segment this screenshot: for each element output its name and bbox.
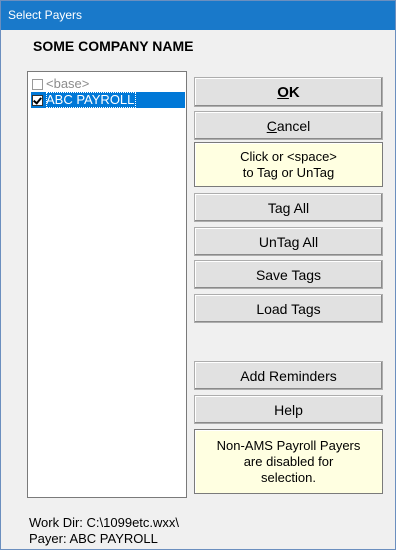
- disabled-payers-note: Non-AMS Payroll Payers are disabled for …: [194, 429, 383, 494]
- ok-label-rest: K: [288, 83, 300, 101]
- tag-tip-note: Click or <space> to Tag or UnTag: [194, 142, 383, 187]
- list-item[interactable]: <base>: [31, 76, 185, 92]
- list-item-label: ABC PAYROLL: [46, 92, 137, 108]
- disabled-note-line: selection.: [261, 469, 316, 485]
- save-tags-button[interactable]: Save Tags: [194, 260, 383, 289]
- cancel-button[interactable]: Cancel: [194, 111, 383, 140]
- company-name: SOME COMPANY NAME: [33, 38, 194, 54]
- load-tags-button[interactable]: Load Tags: [194, 294, 383, 323]
- cancel-label-rest: ancel: [276, 117, 311, 134]
- checkbox-checked-icon[interactable]: [32, 94, 43, 106]
- window-title: Select Payers: [1, 1, 395, 30]
- checkbox-icon[interactable]: [32, 78, 43, 90]
- payers-listbox[interactable]: <base> ABC PAYROLL: [27, 71, 187, 498]
- tag-all-button[interactable]: Tag All: [194, 193, 383, 222]
- add-reminders-button[interactable]: Add Reminders: [194, 361, 383, 390]
- select-payers-dialog: Select Payers SOME COMPANY NAME <base> A…: [0, 0, 396, 550]
- ok-accel-letter: O: [277, 83, 289, 101]
- disabled-note-line: Non-AMS Payroll Payers: [216, 437, 361, 453]
- payer-label: Payer: ABC PAYROLL: [29, 531, 158, 546]
- ok-button[interactable]: OK: [194, 77, 383, 107]
- disabled-note-line: are disabled for: [243, 453, 334, 469]
- tag-tip-line: Click or <space>: [240, 148, 337, 164]
- list-item-label: <base>: [46, 76, 90, 91]
- list-item[interactable]: ABC PAYROLL: [31, 92, 185, 108]
- work-dir-label: Work Dir: C:\1099etc.wxx\: [29, 515, 180, 530]
- help-button[interactable]: Help: [194, 395, 383, 424]
- untag-all-button[interactable]: UnTag All: [194, 227, 383, 256]
- cancel-accel-letter: C: [266, 117, 277, 134]
- tag-tip-line: to Tag or UnTag: [242, 164, 335, 180]
